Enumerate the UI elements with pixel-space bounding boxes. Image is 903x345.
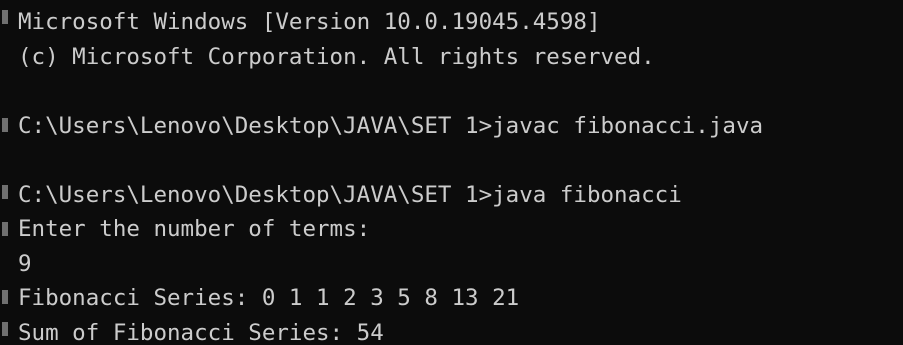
sliver-mark: [2, 118, 8, 132]
console-line-blank: [18, 143, 903, 178]
sliver-mark: [2, 185, 8, 199]
sliver-mark: [2, 222, 8, 236]
console-line-blank: [18, 74, 903, 109]
console-line-prompt: Enter the number of terms:: [18, 216, 371, 242]
console-line-java-command: C:\Users\Lenovo\Desktop\JAVA\SET 1>java …: [18, 181, 682, 208]
console-line-javac-command: C:\Users\Lenovo\Desktop\JAVA\SET 1>javac…: [18, 112, 764, 139]
console-line-series: Fibonacci Series: 0 1 1 2 3 5 8 13 21: [18, 285, 520, 311]
sliver-mark: [2, 322, 8, 336]
console-line-input: 9: [18, 250, 32, 277]
left-edge-sliver: [0, 0, 12, 345]
console-line-copyright: (c) Microsoft Corporation. All rights re…: [18, 43, 655, 70]
sliver-mark: [2, 290, 8, 304]
console-line-sum: Sum of Fibonacci Series: 54: [18, 319, 384, 345]
console-window[interactable]: Microsoft Windows [Version 10.0.19045.45…: [0, 0, 903, 345]
console-line-version: Microsoft Windows [Version 10.0.19045.45…: [18, 9, 601, 35]
sliver-mark: [2, 10, 8, 24]
